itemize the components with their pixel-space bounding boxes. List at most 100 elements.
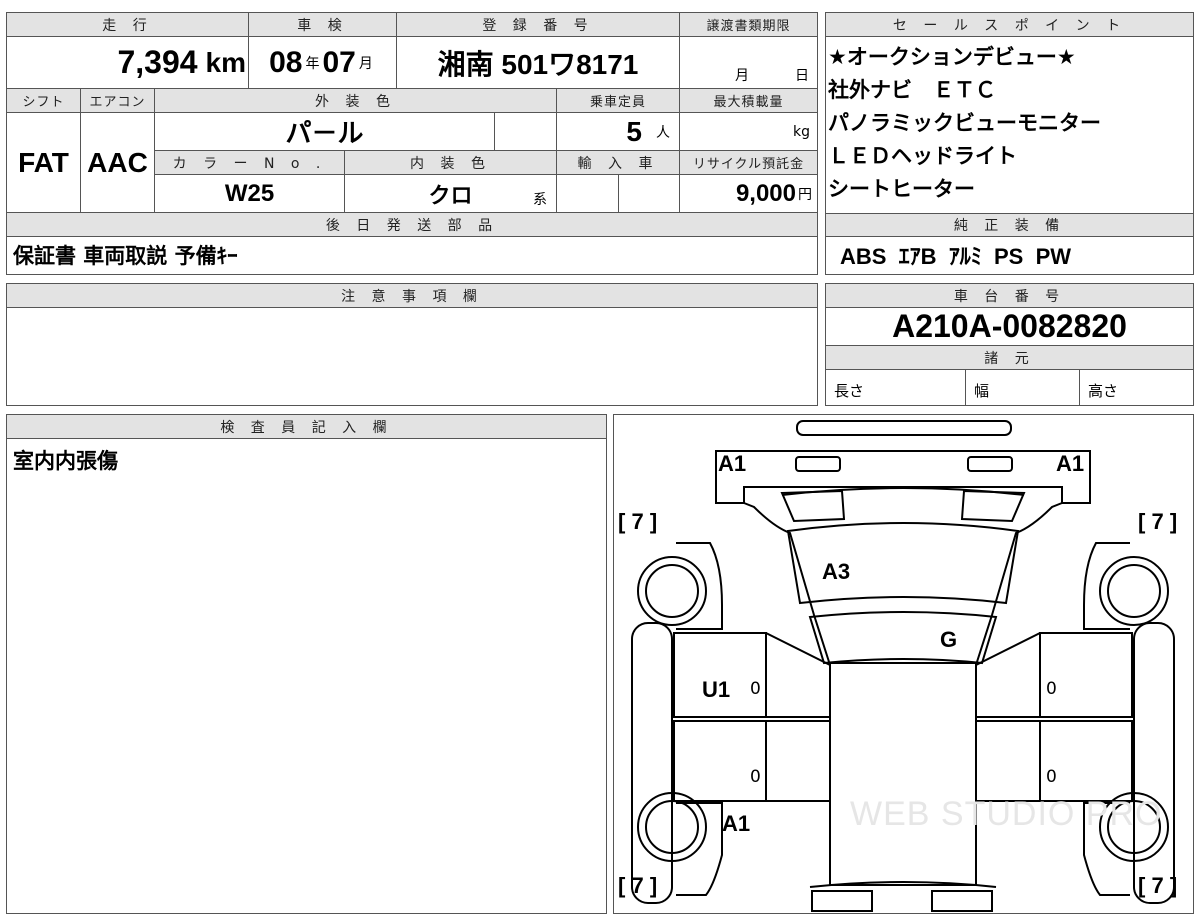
color-no-value: W25 xyxy=(224,179,275,207)
vehicle-diagram xyxy=(631,420,1175,912)
max-load-unit: kg xyxy=(793,123,810,140)
exterior-color-extra-cell xyxy=(495,113,557,151)
right-rear-door xyxy=(1039,720,1133,802)
tire-rear-left-value: 7 xyxy=(631,873,644,898)
inspection-year: 08 xyxy=(269,45,303,79)
sales-points-header: セ ー ル ス ポ イ ン ト xyxy=(826,13,1193,37)
mark-windshield: G xyxy=(940,627,958,652)
mark-left-rear: A1 xyxy=(722,811,751,836)
front-center-line xyxy=(781,487,1025,496)
sales-point-item: パノラミックビューモニター xyxy=(828,111,1101,135)
standard-equipment-header: 純 正 装 備 xyxy=(826,213,1193,237)
inspection-header: 車 検 xyxy=(249,13,397,37)
tire-front-left-value: 7 xyxy=(631,509,644,534)
inspector-box: 検 査 員 記 入 欄 室内内張傷 xyxy=(6,414,607,914)
wheel-front-right xyxy=(1099,556,1169,626)
interior-color-value: クロ xyxy=(428,182,473,208)
left-rear-door xyxy=(673,720,767,802)
left-front-fender xyxy=(676,542,723,630)
sales-points-list: ★オークションデビュー★ 社外ナビ ＥＴＣ パノラミックビューモニター ＬＥＤヘ… xyxy=(826,41,1193,206)
import-cell-right xyxy=(619,175,680,213)
recycle-value: 9,000 xyxy=(735,179,796,207)
tire-rear-right-value: 7 xyxy=(1151,873,1164,898)
max-load-cell: kg xyxy=(680,113,817,151)
shift-cell: FAT xyxy=(7,113,81,213)
transfer-deadline-header: 譲渡書類期限 xyxy=(680,13,817,37)
front-end-outline xyxy=(715,450,1091,504)
aircon-value: AAC xyxy=(87,146,148,178)
mileage-unit: km xyxy=(205,46,246,78)
mark-left-front-door: U1 xyxy=(702,677,731,702)
sales-point-item: 社外ナビ ＥＴＣ xyxy=(828,78,996,102)
sales-points-box: セ ー ル ス ポ イ ン ト ★オークションデビュー★ 社外ナビ ＥＴＣ パノ… xyxy=(825,12,1194,275)
mark-front-right: A1 xyxy=(1056,451,1085,476)
transfer-deadline-cell: 月 日 xyxy=(680,37,817,89)
tire-rear-left: [ 7 ] xyxy=(618,873,658,898)
length-label: 長さ xyxy=(834,382,865,400)
standard-equipment-cell: ABS ｴｱB ｱﾙﾐ PS PW xyxy=(826,237,1193,273)
height-label: 高さ xyxy=(1088,382,1119,400)
mileage-value: 7,394 xyxy=(117,44,198,80)
registration-number: 湘南 501ワ8171 xyxy=(437,48,639,80)
notes-box: 注 意 事 項 欄 xyxy=(6,283,818,406)
chassis-number-cell: A210A-0082820 xyxy=(826,308,1193,346)
exterior-color-value: パ－ル xyxy=(285,118,364,148)
left-front-door xyxy=(673,632,767,718)
rear-plate-area xyxy=(811,890,873,912)
registration-header: 登 録 番 号 xyxy=(397,13,680,37)
inspection-cell: 08 年 07 月 xyxy=(249,37,397,89)
door-zero-left-rear: 0 xyxy=(750,767,761,787)
capacity-header: 乗車定員 xyxy=(557,89,680,113)
tire-front-left: [ 7 ] xyxy=(618,509,658,534)
notes-header: 注 意 事 項 欄 xyxy=(7,284,817,308)
mileage-cell: 7,394 km xyxy=(7,37,249,89)
vehicle-diagram-box: A1 A1 A3 G U1 A1 0 0 0 0 [ 7 ] [ 7 ] [ 7… xyxy=(613,414,1194,914)
headlight-left xyxy=(795,456,841,472)
door-zero-right-front: 0 xyxy=(1046,679,1057,699)
registration-cell: 湘南 501ワ8171 xyxy=(397,37,680,89)
import-header: 輸 入 車 xyxy=(557,151,680,175)
door-zero-left-front: 0 xyxy=(750,679,761,699)
deadline-month-unit: 月 xyxy=(735,68,749,84)
windshield-outline xyxy=(808,611,998,665)
interior-color-header: 内 装 色 xyxy=(345,151,557,175)
width-label: 幅 xyxy=(974,382,990,400)
height-cell: 高さ xyxy=(1080,370,1193,405)
right-front-door xyxy=(1039,632,1133,718)
capacity-value: 5 xyxy=(626,115,642,147)
chassis-header: 車 台 番 号 xyxy=(826,284,1193,308)
headlight-right xyxy=(967,456,1013,472)
max-load-header: 最大積載量 xyxy=(680,89,817,113)
main-spec-table: 走 行 車 検 登 録 番 号 譲渡書類期限 7,394 km 08 年 07 … xyxy=(6,12,818,275)
inspector-content: 室内内張傷 xyxy=(13,449,118,473)
aircon-cell: AAC xyxy=(81,113,155,213)
front-inner-right xyxy=(960,489,1026,523)
recycle-header: リサイクル預託金 xyxy=(680,151,817,175)
sales-point-item: ＬＥＤヘッドライト xyxy=(828,144,1017,168)
color-no-header: カ ラ ー N o . xyxy=(155,151,345,175)
later-parts-value: 保証書 車両取説 予備ｷｰ xyxy=(13,244,238,268)
tire-rear-right: [ 7 ] xyxy=(1138,873,1178,898)
width-cell: 幅 xyxy=(966,370,1080,405)
inspection-year-unit: 年 xyxy=(305,55,320,72)
aircon-header: エアコン xyxy=(81,89,155,113)
shift-value: FAT xyxy=(18,146,69,178)
wheel-front-left xyxy=(637,556,707,626)
front-bumper-strip xyxy=(796,420,1012,436)
recycle-unit: 円 xyxy=(798,186,812,203)
inspector-header: 検 査 員 記 入 欄 xyxy=(7,415,606,439)
tire-front-right: [ 7 ] xyxy=(1138,509,1178,534)
mark-hood: A3 xyxy=(822,559,851,584)
roof-outline xyxy=(829,662,977,886)
sales-point-item: ★オークションデビュー★ xyxy=(828,45,1076,69)
exterior-color-header: 外 装 色 xyxy=(155,89,557,113)
chassis-box: 車 台 番 号 A210A-0082820 諸 元 長さ 幅 高さ xyxy=(825,283,1194,406)
watermark: WEB STUDIO PRO xyxy=(850,795,1163,833)
interior-color-unit: 系 xyxy=(533,192,547,208)
recycle-cell: 9,000 円 xyxy=(680,175,817,213)
color-no-cell: W25 xyxy=(155,175,345,213)
door-zero-right-rear: 0 xyxy=(1046,767,1057,787)
import-cell-left xyxy=(557,175,619,213)
exterior-color-cell: パ－ル xyxy=(155,113,495,151)
shift-header: シフト xyxy=(7,89,81,113)
